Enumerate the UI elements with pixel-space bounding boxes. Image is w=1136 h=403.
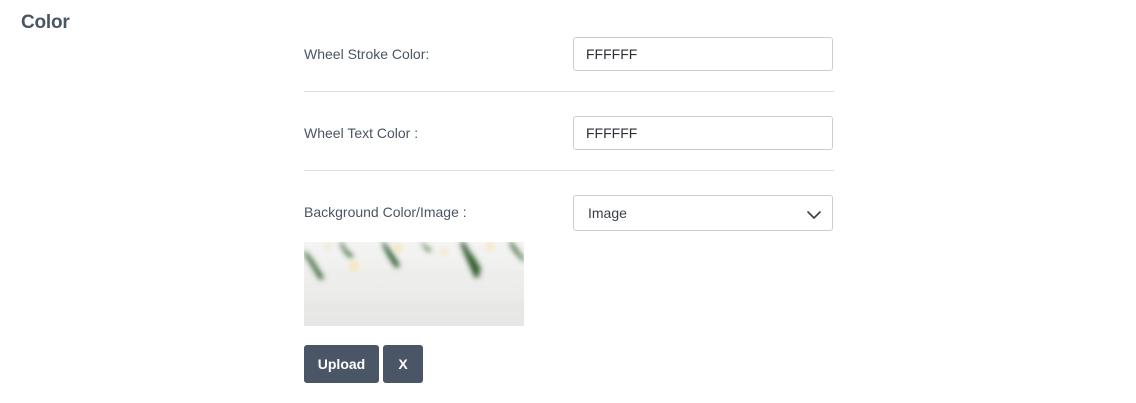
wheel-text-color-input[interactable] [573,116,833,150]
upload-button[interactable]: Upload [304,345,379,383]
wheel-text-color-label: Wheel Text Color : [304,125,419,141]
divider [304,170,834,171]
background-type-select[interactable]: Image [573,195,833,231]
background-color-image-label: Background Color/Image : [304,204,467,220]
section-title: Color [21,12,70,33]
chevron-down-icon [807,207,821,219]
wheel-stroke-color-input[interactable] [573,37,833,71]
divider [304,91,834,92]
background-image-preview [304,242,524,326]
background-type-selected-value: Image [588,205,627,221]
remove-image-button[interactable]: X [383,345,423,383]
wheel-stroke-color-label: Wheel Stroke Color: [304,46,430,62]
